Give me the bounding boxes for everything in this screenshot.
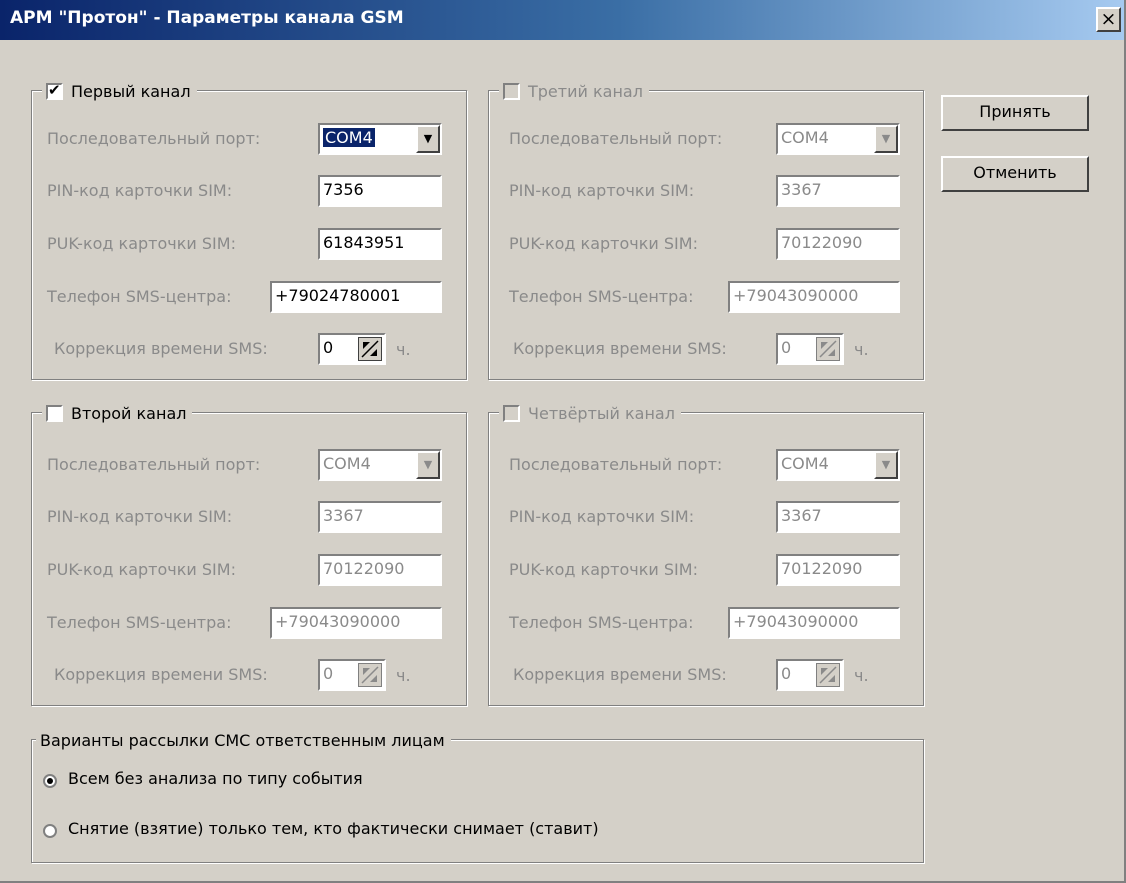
channel-2-phone-field[interactable]: +79043090000 (270, 607, 442, 639)
channel-1-correction-spin[interactable]: 0 (318, 333, 386, 365)
puk-label: PUK-код карточки SIM: (47, 560, 236, 579)
sms-options-title: Варианты рассылки СМС ответственным лица… (40, 730, 445, 750)
spin-arrows-icon[interactable] (358, 663, 382, 687)
chevron-down-icon[interactable]: ▼ (874, 451, 898, 479)
port-label: Последовательный порт: (509, 129, 723, 148)
channel-3-port-combo[interactable]: COM4 ▼ (776, 123, 900, 155)
phone-label: Телефон SMS-центра: (509, 287, 694, 306)
channel-2-correction-value: 0 (323, 664, 334, 683)
phone-label: Телефон SMS-центра: (47, 287, 232, 306)
radio-selected-dot (47, 778, 53, 784)
channel-1-port-value: COM4 (323, 128, 375, 147)
channel-3-legend[interactable]: Третий канал (499, 78, 649, 104)
pin-label: PIN-код карточки SIM: (509, 507, 695, 526)
channel-1-group: ✔ Первый канал Последовательный порт: CO… (31, 78, 467, 380)
pin-label: PIN-код карточки SIM: (47, 181, 233, 200)
channel-3-puk-field[interactable]: 70122090 (776, 228, 900, 260)
channel-2-port-value: COM4 (323, 454, 371, 473)
channel-1-correction-value: 0 (323, 338, 334, 357)
phone-label: Телефон SMS-центра: (47, 613, 232, 632)
chevron-down-icon[interactable]: ▼ (416, 451, 440, 479)
channel-4-correction-spin[interactable]: 0 (776, 659, 844, 691)
channel-1-checkbox[interactable]: ✔ (46, 80, 63, 100)
sms-options-legend: Варианты рассылки СМС ответственным лица… (36, 727, 451, 753)
channel-3-group: Третий канал Последовательный порт: COM4… (488, 78, 924, 380)
channel-3-port-value: COM4 (781, 128, 829, 147)
close-button[interactable]: × (1096, 7, 1121, 32)
channel-1-puk-field[interactable]: 61843951 (318, 228, 442, 260)
correction-label: Коррекция времени SMS: (513, 339, 727, 358)
accept-button[interactable]: Принять (941, 95, 1089, 131)
close-icon: × (1100, 8, 1117, 30)
phone-label: Телефон SMS-центра: (509, 613, 694, 632)
pin-label: PIN-код карточки SIM: (47, 507, 233, 526)
channel-4-group: Четвёртый канал Последовательный порт: C… (488, 400, 924, 706)
spin-arrows-icon[interactable] (816, 337, 840, 361)
pin-label: PIN-код карточки SIM: (509, 181, 695, 200)
correction-label: Коррекция времени SMS: (54, 665, 268, 684)
channel-4-port-combo[interactable]: COM4 ▼ (776, 449, 900, 481)
channel-3-title: Третий канал (528, 81, 643, 101)
channel-2-port-combo[interactable]: COM4 ▼ (318, 449, 442, 481)
port-label: Последовательный порт: (47, 455, 261, 474)
cancel-button[interactable]: Отменить (941, 156, 1089, 192)
channel-3-phone-field[interactable]: +79043090000 (728, 281, 900, 313)
chevron-down-icon[interactable]: ▼ (874, 125, 898, 153)
channel-1-port-combo[interactable]: COM4 ▼ (318, 123, 442, 155)
radio-actual-recipients[interactable] (43, 824, 57, 838)
title-bar[interactable]: АРМ "Протон" - Параметры канала GSM × (0, 0, 1124, 40)
channel-4-puk-field[interactable]: 70122090 (776, 554, 900, 586)
hours-unit: ч. (396, 340, 411, 359)
puk-label: PUK-код карточки SIM: (509, 234, 698, 253)
channel-3-checkbox[interactable] (503, 82, 520, 100)
radio-actual-recipients-label[interactable]: Снятие (взятие) только тем, кто фактичес… (68, 819, 599, 838)
channel-3-correction-value: 0 (781, 338, 792, 357)
spin-arrows-icon[interactable] (816, 663, 840, 687)
radio-all-recipients-label[interactable]: Всем без анализа по типу события (68, 769, 363, 788)
channel-2-title: Второй канал (71, 403, 187, 423)
channel-4-port-value: COM4 (781, 454, 829, 473)
channel-2-group: Второй канал Последовательный порт: COM4… (31, 400, 467, 706)
channel-2-legend[interactable]: Второй канал (42, 400, 193, 426)
channel-3-pin-field[interactable]: 3367 (776, 175, 900, 207)
channel-4-correction-value: 0 (781, 664, 792, 683)
puk-label: PUK-код карточки SIM: (47, 234, 236, 253)
channel-2-puk-field[interactable]: 70122090 (318, 554, 442, 586)
channel-1-legend[interactable]: ✔ Первый канал (42, 78, 197, 104)
channel-4-pin-field[interactable]: 3367 (776, 501, 900, 533)
dialog-window: АРМ "Протон" - Параметры канала GSM × ✔ … (0, 0, 1126, 883)
channel-2-correction-spin[interactable]: 0 (318, 659, 386, 691)
channel-1-pin-field[interactable]: 7356 (318, 175, 442, 207)
channel-4-title: Четвёртый канал (528, 403, 675, 423)
puk-label: PUK-код карточки SIM: (509, 560, 698, 579)
channel-4-legend[interactable]: Четвёртый канал (499, 400, 681, 426)
checkmark-icon: ✔ (48, 80, 61, 99)
channel-1-phone-field[interactable]: +79024780001 (270, 281, 442, 313)
channel-4-checkbox[interactable] (503, 404, 520, 422)
channel-2-pin-field[interactable]: 3367 (318, 501, 442, 533)
port-label: Последовательный порт: (509, 455, 723, 474)
radio-all-recipients[interactable] (43, 774, 57, 788)
channel-2-checkbox[interactable] (46, 404, 63, 422)
spin-arrows-icon[interactable] (358, 337, 382, 361)
hours-unit: ч. (396, 666, 411, 685)
window-title: АРМ "Протон" - Параметры канала GSM (10, 8, 404, 28)
channel-4-phone-field[interactable]: +79043090000 (728, 607, 900, 639)
sms-options-group: Варианты рассылки СМС ответственным лица… (31, 727, 924, 863)
hours-unit: ч. (854, 340, 869, 359)
channel-3-correction-spin[interactable]: 0 (776, 333, 844, 365)
port-label: Последовательный порт: (47, 129, 261, 148)
channel-1-title: Первый канал (71, 81, 191, 101)
chevron-down-icon[interactable]: ▼ (416, 125, 440, 153)
correction-label: Коррекция времени SMS: (513, 665, 727, 684)
correction-label: Коррекция времени SMS: (54, 339, 268, 358)
hours-unit: ч. (854, 666, 869, 685)
